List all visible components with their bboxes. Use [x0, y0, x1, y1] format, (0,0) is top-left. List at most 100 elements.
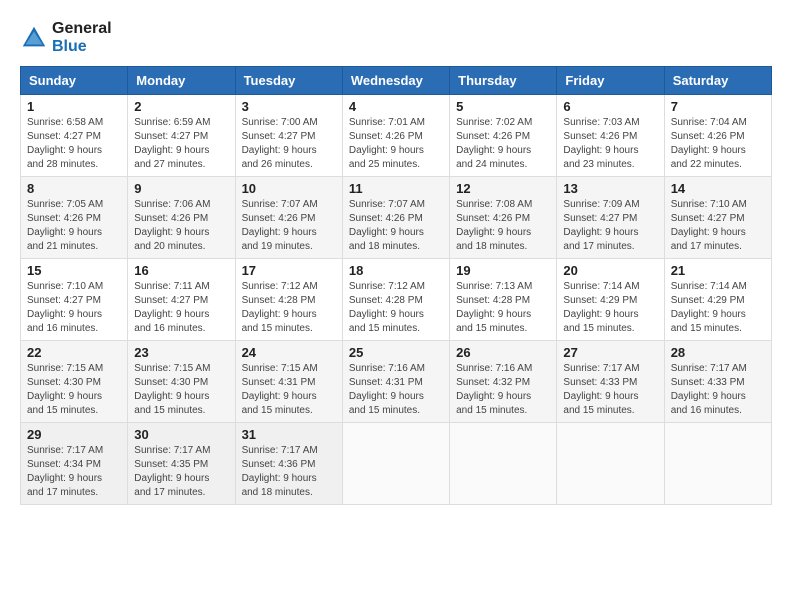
- cell-day-number: 7: [671, 99, 765, 114]
- calendar-cell: 21 Sunrise: 7:14 AM Sunset: 4:29 PM Dayl…: [664, 259, 771, 341]
- cell-daylight: Daylight: 9 hours and 15 minutes.: [349, 308, 443, 336]
- cell-day-number: 13: [563, 181, 657, 196]
- cell-day-number: 9: [134, 181, 228, 196]
- weekday-header-tuesday: Tuesday: [235, 67, 342, 95]
- cell-sunrise: Sunrise: 7:07 AM: [242, 198, 336, 212]
- calendar-cell: [557, 423, 664, 505]
- cell-daylight: Daylight: 9 hours and 24 minutes.: [456, 144, 550, 172]
- cell-sunrise: Sunrise: 7:10 AM: [27, 280, 121, 294]
- calendar-cell: 27 Sunrise: 7:17 AM Sunset: 4:33 PM Dayl…: [557, 341, 664, 423]
- calendar-cell: 8 Sunrise: 7:05 AM Sunset: 4:26 PM Dayli…: [21, 177, 128, 259]
- cell-sunset: Sunset: 4:36 PM: [242, 458, 336, 472]
- cell-day-number: 21: [671, 263, 765, 278]
- calendar-week-1: 1 Sunrise: 6:58 AM Sunset: 4:27 PM Dayli…: [21, 95, 772, 177]
- cell-sunrise: Sunrise: 7:07 AM: [349, 198, 443, 212]
- weekday-header-row: SundayMondayTuesdayWednesdayThursdayFrid…: [21, 67, 772, 95]
- header: General Blue: [20, 20, 772, 56]
- calendar-week-4: 22 Sunrise: 7:15 AM Sunset: 4:30 PM Dayl…: [21, 341, 772, 423]
- logo-text: General Blue: [52, 20, 112, 56]
- cell-day-number: 27: [563, 345, 657, 360]
- cell-sunset: Sunset: 4:28 PM: [349, 294, 443, 308]
- cell-sunrise: Sunrise: 7:04 AM: [671, 116, 765, 130]
- cell-daylight: Daylight: 9 hours and 16 minutes.: [134, 308, 228, 336]
- calendar-cell: 11 Sunrise: 7:07 AM Sunset: 4:26 PM Dayl…: [342, 177, 449, 259]
- cell-day-number: 10: [242, 181, 336, 196]
- cell-sunset: Sunset: 4:30 PM: [134, 376, 228, 390]
- calendar-cell: 20 Sunrise: 7:14 AM Sunset: 4:29 PM Dayl…: [557, 259, 664, 341]
- cell-sunrise: Sunrise: 7:15 AM: [242, 362, 336, 376]
- calendar-cell: 13 Sunrise: 7:09 AM Sunset: 4:27 PM Dayl…: [557, 177, 664, 259]
- cell-sunrise: Sunrise: 7:17 AM: [563, 362, 657, 376]
- cell-day-number: 3: [242, 99, 336, 114]
- calendar-cell: 31 Sunrise: 7:17 AM Sunset: 4:36 PM Dayl…: [235, 423, 342, 505]
- calendar-cell: [342, 423, 449, 505]
- cell-sunrise: Sunrise: 7:11 AM: [134, 280, 228, 294]
- calendar-cell: 7 Sunrise: 7:04 AM Sunset: 4:26 PM Dayli…: [664, 95, 771, 177]
- cell-daylight: Daylight: 9 hours and 17 minutes.: [134, 472, 228, 500]
- cell-sunset: Sunset: 4:27 PM: [242, 130, 336, 144]
- cell-daylight: Daylight: 9 hours and 15 minutes.: [671, 308, 765, 336]
- cell-daylight: Daylight: 9 hours and 23 minutes.: [563, 144, 657, 172]
- cell-sunrise: Sunrise: 7:17 AM: [134, 444, 228, 458]
- cell-sunset: Sunset: 4:33 PM: [563, 376, 657, 390]
- cell-sunset: Sunset: 4:34 PM: [27, 458, 121, 472]
- weekday-header-sunday: Sunday: [21, 67, 128, 95]
- cell-sunrise: Sunrise: 7:12 AM: [349, 280, 443, 294]
- calendar-cell: 25 Sunrise: 7:16 AM Sunset: 4:31 PM Dayl…: [342, 341, 449, 423]
- page-container: General Blue SundayMondayTuesdayWednesda…: [20, 20, 772, 505]
- cell-day-number: 16: [134, 263, 228, 278]
- cell-daylight: Daylight: 9 hours and 15 minutes.: [563, 308, 657, 336]
- cell-sunrise: Sunrise: 6:58 AM: [27, 116, 121, 130]
- cell-daylight: Daylight: 9 hours and 17 minutes.: [27, 472, 121, 500]
- cell-sunrise: Sunrise: 7:16 AM: [349, 362, 443, 376]
- calendar-cell: 3 Sunrise: 7:00 AM Sunset: 4:27 PM Dayli…: [235, 95, 342, 177]
- cell-daylight: Daylight: 9 hours and 15 minutes.: [242, 308, 336, 336]
- cell-day-number: 18: [349, 263, 443, 278]
- cell-sunrise: Sunrise: 7:12 AM: [242, 280, 336, 294]
- cell-sunrise: Sunrise: 7:15 AM: [134, 362, 228, 376]
- cell-sunset: Sunset: 4:27 PM: [27, 294, 121, 308]
- cell-daylight: Daylight: 9 hours and 22 minutes.: [671, 144, 765, 172]
- calendar-cell: 15 Sunrise: 7:10 AM Sunset: 4:27 PM Dayl…: [21, 259, 128, 341]
- cell-sunrise: Sunrise: 7:09 AM: [563, 198, 657, 212]
- calendar-cell: [664, 423, 771, 505]
- cell-daylight: Daylight: 9 hours and 15 minutes.: [563, 390, 657, 418]
- cell-sunrise: Sunrise: 7:15 AM: [27, 362, 121, 376]
- cell-day-number: 22: [27, 345, 121, 360]
- cell-sunset: Sunset: 4:27 PM: [134, 294, 228, 308]
- logo: General Blue: [20, 20, 112, 56]
- cell-daylight: Daylight: 9 hours and 20 minutes.: [134, 226, 228, 254]
- cell-sunset: Sunset: 4:27 PM: [27, 130, 121, 144]
- calendar-cell: [450, 423, 557, 505]
- cell-daylight: Daylight: 9 hours and 21 minutes.: [27, 226, 121, 254]
- cell-daylight: Daylight: 9 hours and 18 minutes.: [349, 226, 443, 254]
- cell-sunset: Sunset: 4:26 PM: [134, 212, 228, 226]
- cell-day-number: 15: [27, 263, 121, 278]
- cell-day-number: 31: [242, 427, 336, 442]
- cell-sunset: Sunset: 4:29 PM: [563, 294, 657, 308]
- cell-sunrise: Sunrise: 7:14 AM: [671, 280, 765, 294]
- cell-sunrise: Sunrise: 7:10 AM: [671, 198, 765, 212]
- cell-day-number: 12: [456, 181, 550, 196]
- calendar-cell: 22 Sunrise: 7:15 AM Sunset: 4:30 PM Dayl…: [21, 341, 128, 423]
- calendar-week-3: 15 Sunrise: 7:10 AM Sunset: 4:27 PM Dayl…: [21, 259, 772, 341]
- calendar-cell: 4 Sunrise: 7:01 AM Sunset: 4:26 PM Dayli…: [342, 95, 449, 177]
- weekday-header-thursday: Thursday: [450, 67, 557, 95]
- calendar-cell: 16 Sunrise: 7:11 AM Sunset: 4:27 PM Dayl…: [128, 259, 235, 341]
- cell-day-number: 8: [27, 181, 121, 196]
- cell-day-number: 1: [27, 99, 121, 114]
- cell-daylight: Daylight: 9 hours and 17 minutes.: [563, 226, 657, 254]
- calendar-cell: 29 Sunrise: 7:17 AM Sunset: 4:34 PM Dayl…: [21, 423, 128, 505]
- cell-daylight: Daylight: 9 hours and 15 minutes.: [27, 390, 121, 418]
- calendar-table: SundayMondayTuesdayWednesdayThursdayFrid…: [20, 66, 772, 505]
- cell-sunrise: Sunrise: 7:00 AM: [242, 116, 336, 130]
- cell-sunrise: Sunrise: 7:13 AM: [456, 280, 550, 294]
- cell-sunset: Sunset: 4:27 PM: [134, 130, 228, 144]
- weekday-header-friday: Friday: [557, 67, 664, 95]
- cell-sunrise: Sunrise: 7:17 AM: [671, 362, 765, 376]
- cell-sunset: Sunset: 4:26 PM: [456, 130, 550, 144]
- cell-sunset: Sunset: 4:28 PM: [242, 294, 336, 308]
- cell-daylight: Daylight: 9 hours and 18 minutes.: [456, 226, 550, 254]
- cell-day-number: 6: [563, 99, 657, 114]
- cell-sunset: Sunset: 4:26 PM: [349, 130, 443, 144]
